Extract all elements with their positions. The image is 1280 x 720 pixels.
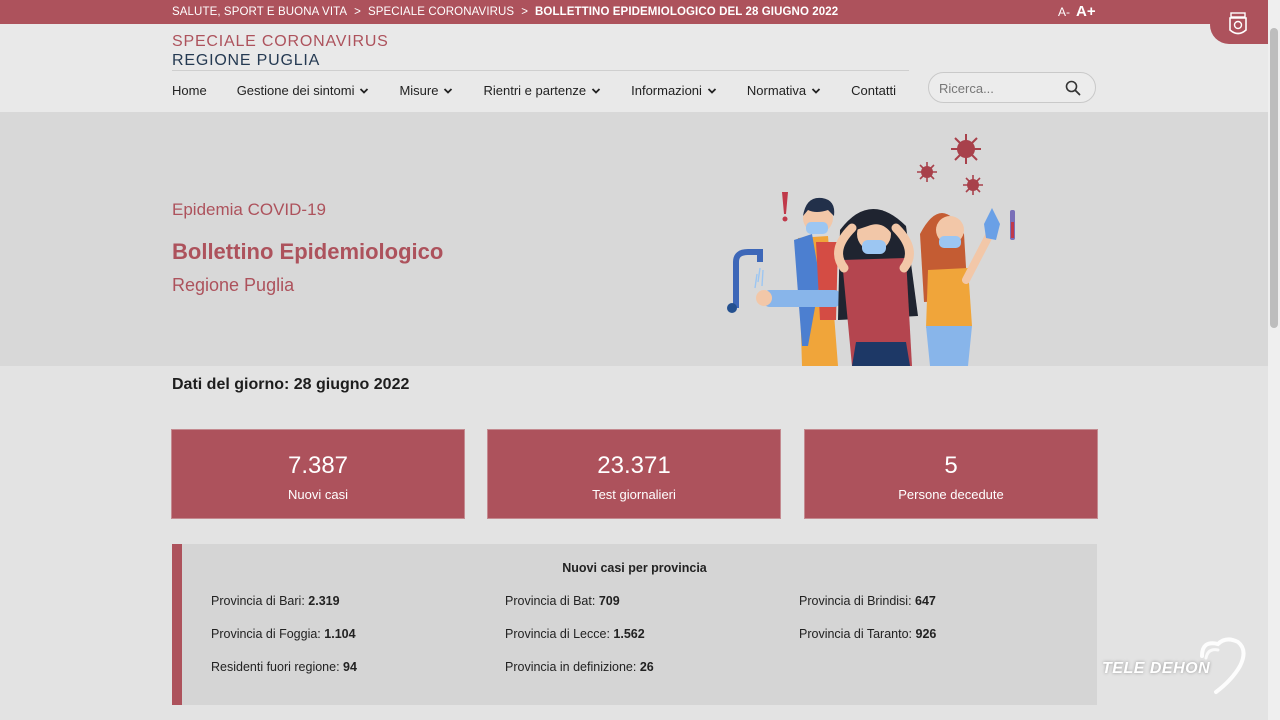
font-size-controls: A- A+ [1058, 3, 1096, 20]
breadcrumb-link-salute[interactable]: SALUTE, SPORT E BUONA VITA [172, 6, 347, 18]
stat-label: Test giornalieri [592, 487, 676, 502]
stat-card-test-giornalieri: 23.371 Test giornalieri [488, 430, 780, 518]
page-scrollbar-thumb[interactable] [1270, 28, 1278, 328]
main-nav: Home Gestione dei sintomi Misure Rientri… [172, 83, 926, 98]
nav-item-rientri-partenze[interactable]: Rientri e partenze [483, 83, 601, 98]
nav-item-label: Gestione dei sintomi [236, 83, 355, 98]
chevron-down-icon [360, 87, 369, 94]
people-with-masks-illustration [727, 134, 1015, 366]
woman-center-figure [834, 208, 918, 366]
nav-item-label: Informazioni [631, 83, 702, 98]
stat-card-nuovi-casi: 7.387 Nuovi casi [172, 430, 464, 518]
brand-subtitle[interactable]: REGIONE PUGLIA [172, 52, 320, 70]
virus-icon [917, 162, 937, 182]
region-emblem-icon [1229, 12, 1247, 35]
nav-item-contatti[interactable]: Contatti [851, 83, 896, 98]
province-value: 2.319 [308, 594, 340, 608]
province-value: 709 [598, 594, 620, 608]
nav-item-gestione-sintomi[interactable]: Gestione dei sintomi [237, 83, 370, 98]
breadcrumb-link-coronavirus[interactable]: SPECIALE CORONAVIRUS [368, 6, 514, 18]
nav-item-label: Misure [399, 83, 439, 98]
province-row-in-definizione: Provincia in definizione: 26 [505, 660, 654, 674]
province-value: 926 [915, 627, 937, 641]
province-row-fuori-regione: Residenti fuori regione: 94 [211, 660, 357, 674]
woman-right-figure [920, 208, 1015, 366]
province-value: 647 [915, 594, 936, 608]
nav-item-home[interactable]: Home [172, 83, 207, 98]
chevron-down-icon [444, 87, 453, 94]
stat-card-persone-decedute: 5 Persone decedute [805, 430, 1097, 518]
province-label: Provincia di Bat: [505, 594, 596, 608]
hero-eyebrow: Epidemia COVID-19 [172, 200, 327, 219]
province-cases-panel: Nuovi casi per provincia Provincia di Ba… [172, 544, 1097, 705]
heart-logo-icon [1200, 637, 1246, 694]
breadcrumb-current: BOLLETTINO EPIDEMIOLOGICO DEL 28 GIUGNO … [535, 6, 839, 18]
nav-item-misure[interactable]: Misure [399, 83, 453, 98]
province-value: 94 [343, 660, 357, 674]
province-value: 1.562 [613, 627, 645, 641]
province-value: 26 [639, 660, 654, 674]
breadcrumb-separator: > [354, 6, 361, 18]
province-row-foggia: Provincia di Foggia: 1.104 [211, 627, 356, 641]
chevron-down-icon [707, 87, 717, 94]
nav-item-label: Home [172, 83, 207, 98]
search-icon[interactable] [1065, 80, 1081, 96]
nav-item-normativa[interactable]: Normativa [747, 83, 821, 98]
province-value: 1.104 [324, 627, 356, 641]
site-header: SPECIALE CORONAVIRUS REGIONE PUGLIA Home… [0, 24, 1268, 112]
stat-value: 7.387 [287, 452, 349, 479]
hero-banner: Epidemia COVID-19 Bollettino Epidemiolog… [0, 112, 1268, 366]
virus-icon [963, 175, 983, 195]
stat-value: 23.371 [597, 452, 671, 479]
province-row-bari: Provincia di Bari: 2.319 [211, 594, 340, 608]
province-label: Provincia di Lecce: [505, 627, 610, 641]
province-label: Provincia di Taranto: [799, 627, 913, 641]
stat-label: Persone decedute [898, 487, 1004, 502]
chevron-down-icon [812, 87, 821, 94]
virus-icon [951, 134, 981, 164]
stat-label: Nuovi casi [288, 487, 348, 502]
chevron-down-icon [591, 87, 601, 94]
page-title: Bollettino Epidemiologico [172, 239, 444, 264]
faucet-icon [727, 249, 764, 313]
province-label: Provincia in definizione: [505, 660, 637, 674]
province-row-brindisi: Provincia di Brindisi: 647 [799, 594, 936, 608]
province-label: Provincia di Bari: [211, 594, 305, 608]
nav-item-label: Contatti [851, 83, 896, 98]
search-input[interactable] [939, 79, 1059, 97]
stat-value: 5 [944, 452, 958, 479]
province-label: Residenti fuori regione: [211, 660, 340, 674]
search-box [928, 72, 1096, 103]
breadcrumb-separator: > [521, 6, 529, 18]
nav-item-label: Normativa [746, 83, 807, 98]
region-emblem-button[interactable] [1210, 6, 1272, 44]
man-figure [756, 197, 842, 366]
province-label: Provincia di Foggia: [211, 627, 321, 641]
font-decrease-button[interactable]: A- [1058, 5, 1070, 19]
breadcrumb: SALUTE, SPORT E BUONA VITA > SPECIALE CORO… [172, 6, 838, 18]
province-label: Provincia di Brindisi: [799, 594, 912, 608]
brand-divider [172, 70, 909, 71]
tv-channel-watermark: TELE DEHON [1100, 636, 1250, 696]
province-row-lecce: Provincia di Lecce: 1.562 [505, 627, 645, 641]
province-panel-title: Nuovi casi per provincia [562, 561, 707, 575]
data-date-label: Dati del giorno: 28 giugno 2022 [172, 376, 410, 393]
font-increase-button[interactable]: A+ [1076, 3, 1096, 20]
top-bar: SALUTE, SPORT E BUONA VITA > SPECIALE CORO… [0, 0, 1268, 24]
exclamation-icon [782, 192, 788, 222]
hero-subtitle: Regione Puglia [172, 275, 295, 295]
brand-title[interactable]: SPECIALE CORONAVIRUS [172, 33, 389, 51]
province-row-taranto: Provincia di Taranto: 926 [799, 627, 936, 641]
province-row-bat: Provincia di Bat: 709 [505, 594, 620, 608]
nav-item-informazioni[interactable]: Informazioni [631, 83, 717, 98]
nav-item-label: Rientri e partenze [483, 83, 587, 98]
